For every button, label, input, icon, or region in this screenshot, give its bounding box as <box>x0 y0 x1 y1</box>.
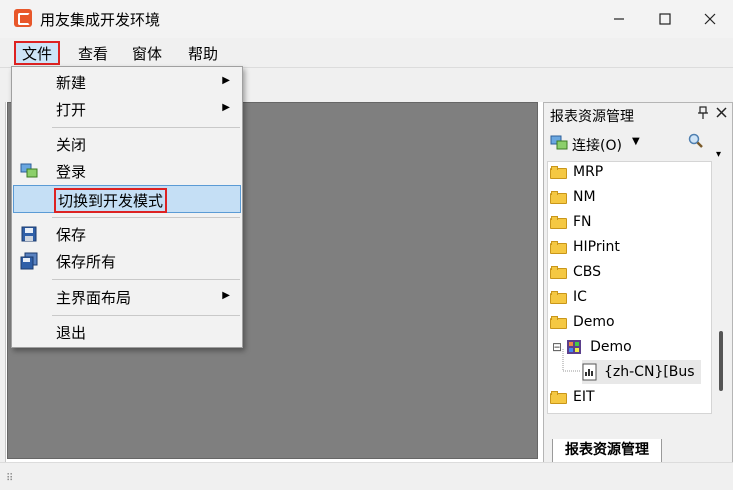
panel-title: 报表资源管理 <box>550 109 634 125</box>
menu-item-label: 保存 <box>56 226 87 244</box>
tree-item-label: Demo <box>573 314 615 330</box>
tree-item-label: CBS <box>573 264 602 280</box>
close-icon <box>716 107 727 118</box>
app-logo-icon <box>14 9 32 27</box>
tree-item-folder[interactable]: FN <box>550 210 592 234</box>
tree-item-label: {zh-CN}[Bus <box>604 364 695 380</box>
submenu-arrow-icon: ▶ <box>222 102 230 113</box>
tree-item-folder[interactable]: HIPrint <box>550 235 620 259</box>
connect-icon[interactable] <box>550 135 568 151</box>
tree-item-label: Demo <box>590 339 632 355</box>
search-icon[interactable] <box>688 133 704 153</box>
menu-file[interactable]: 文件 <box>14 41 61 65</box>
menu-item-layout[interactable]: 主界面布局 ▶ <box>14 284 240 310</box>
maximize-icon <box>659 13 671 25</box>
submenu-arrow-icon: ▶ <box>222 75 230 86</box>
scrollbar-thumb[interactable] <box>719 331 723 391</box>
tree-item-label: EIT <box>573 389 595 405</box>
menu-item-label: 打开 <box>56 101 87 119</box>
maximize-button[interactable] <box>642 0 688 38</box>
menu-item-switch-dev-mode[interactable]: 切换到开发模式 <box>13 185 241 213</box>
status-bar: ⠿ <box>0 462 733 490</box>
tree-item-label: IC <box>573 289 587 305</box>
folder-icon <box>550 265 567 279</box>
tree-item-folder[interactable]: MRP <box>550 162 604 184</box>
menu-item-label: 登录 <box>56 163 87 181</box>
menu-view[interactable]: 查看 <box>72 42 114 64</box>
save-icon <box>20 225 38 243</box>
panel-toolbar: 连接(O) ▼ ▾ <box>544 129 732 160</box>
tree-item-report[interactable]: {zh-CN}[Bus <box>582 360 701 384</box>
folder-icon <box>550 190 567 204</box>
folder-icon <box>550 315 567 329</box>
menu-help[interactable]: 帮助 <box>182 42 224 64</box>
menu-separator <box>52 127 240 128</box>
menu-separator <box>52 315 240 316</box>
tree-item-label: MRP <box>573 164 604 180</box>
toolbar-overflow-icon[interactable]: ▾ <box>716 149 721 160</box>
tree-connector-lines <box>562 349 581 372</box>
folder-icon <box>550 215 567 229</box>
menu-item-label: 保存所有 <box>56 253 117 271</box>
folder-icon <box>550 240 567 254</box>
menu-item-exit[interactable]: 退出 <box>14 319 240 345</box>
tree-item-folder[interactable]: EIT <box>550 385 595 409</box>
menu-window[interactable]: 窗体 <box>126 42 168 64</box>
report-resource-panel: 报表资源管理 连接(O) ▼ ▾ MRP NM FN HIPrint CBS I… <box>543 102 733 464</box>
folder-icon <box>550 390 567 404</box>
left-dock-strip <box>0 102 6 462</box>
minimize-icon <box>614 18 624 20</box>
tree-item-label: NM <box>573 189 596 205</box>
menu-item-login[interactable]: 登录 <box>14 158 240 184</box>
tree-item-folder[interactable]: Demo <box>550 310 615 334</box>
tree-item-label: FN <box>573 214 592 230</box>
menu-item-label: 关闭 <box>56 136 87 154</box>
vertical-scrollbar[interactable] <box>715 161 729 414</box>
menu-item-new[interactable]: 新建 ▶ <box>14 69 240 95</box>
menu-item-label: 新建 <box>56 74 87 92</box>
tree-item-folder[interactable]: CBS <box>550 260 601 284</box>
tab-report-resource[interactable]: 报表资源管理 <box>552 439 662 463</box>
menu-item-label: 主界面布局 <box>56 289 132 307</box>
resize-grip-icon[interactable]: ⠿ <box>6 473 13 484</box>
submenu-arrow-icon: ▶ <box>222 290 230 301</box>
folder-icon <box>550 165 567 179</box>
report-icon <box>582 363 597 381</box>
close-icon <box>704 13 716 25</box>
menu-item-label: 退出 <box>56 324 87 342</box>
window-title: 用友集成开发环境 <box>40 11 161 29</box>
menu-separator <box>52 279 240 280</box>
menu-separator <box>52 217 240 218</box>
menu-item-close[interactable]: 关闭 <box>14 131 240 157</box>
panel-close-button[interactable] <box>716 104 728 123</box>
menu-item-save[interactable]: 保存 <box>14 221 240 247</box>
connect-button[interactable]: 连接(O) <box>572 135 622 155</box>
folder-icon <box>550 290 567 304</box>
resource-tree: MRP NM FN HIPrint CBS IC Demo ⊟ Demo {zh… <box>547 161 712 414</box>
file-menu-dropdown: 新建 ▶ 打开 ▶ 关闭 登录 切换到开发模式 保存 保存所有 主界面布局 ▶ … <box>11 66 243 348</box>
minimize-button[interactable] <box>596 0 642 38</box>
pin-icon[interactable] <box>698 106 708 124</box>
chevron-down-icon[interactable]: ▼ <box>632 136 640 147</box>
tree-item-folder[interactable]: IC <box>550 285 587 309</box>
close-button[interactable] <box>687 0 733 38</box>
menu-item-open[interactable]: 打开 ▶ <box>14 96 240 122</box>
panel-header: 报表资源管理 <box>544 103 732 127</box>
menu-item-save-all[interactable]: 保存所有 <box>14 248 240 274</box>
menu-bar: 文件 查看 窗体 帮助 <box>0 38 733 68</box>
title-bar: 用友集成开发环境 <box>0 0 733 38</box>
tree-item-label: HIPrint <box>573 239 620 255</box>
tree-item-folder[interactable]: NM <box>550 185 596 209</box>
menu-item-label: 切换到开发模式 <box>54 188 168 213</box>
login-icon <box>20 162 38 180</box>
save-all-icon <box>20 252 38 270</box>
